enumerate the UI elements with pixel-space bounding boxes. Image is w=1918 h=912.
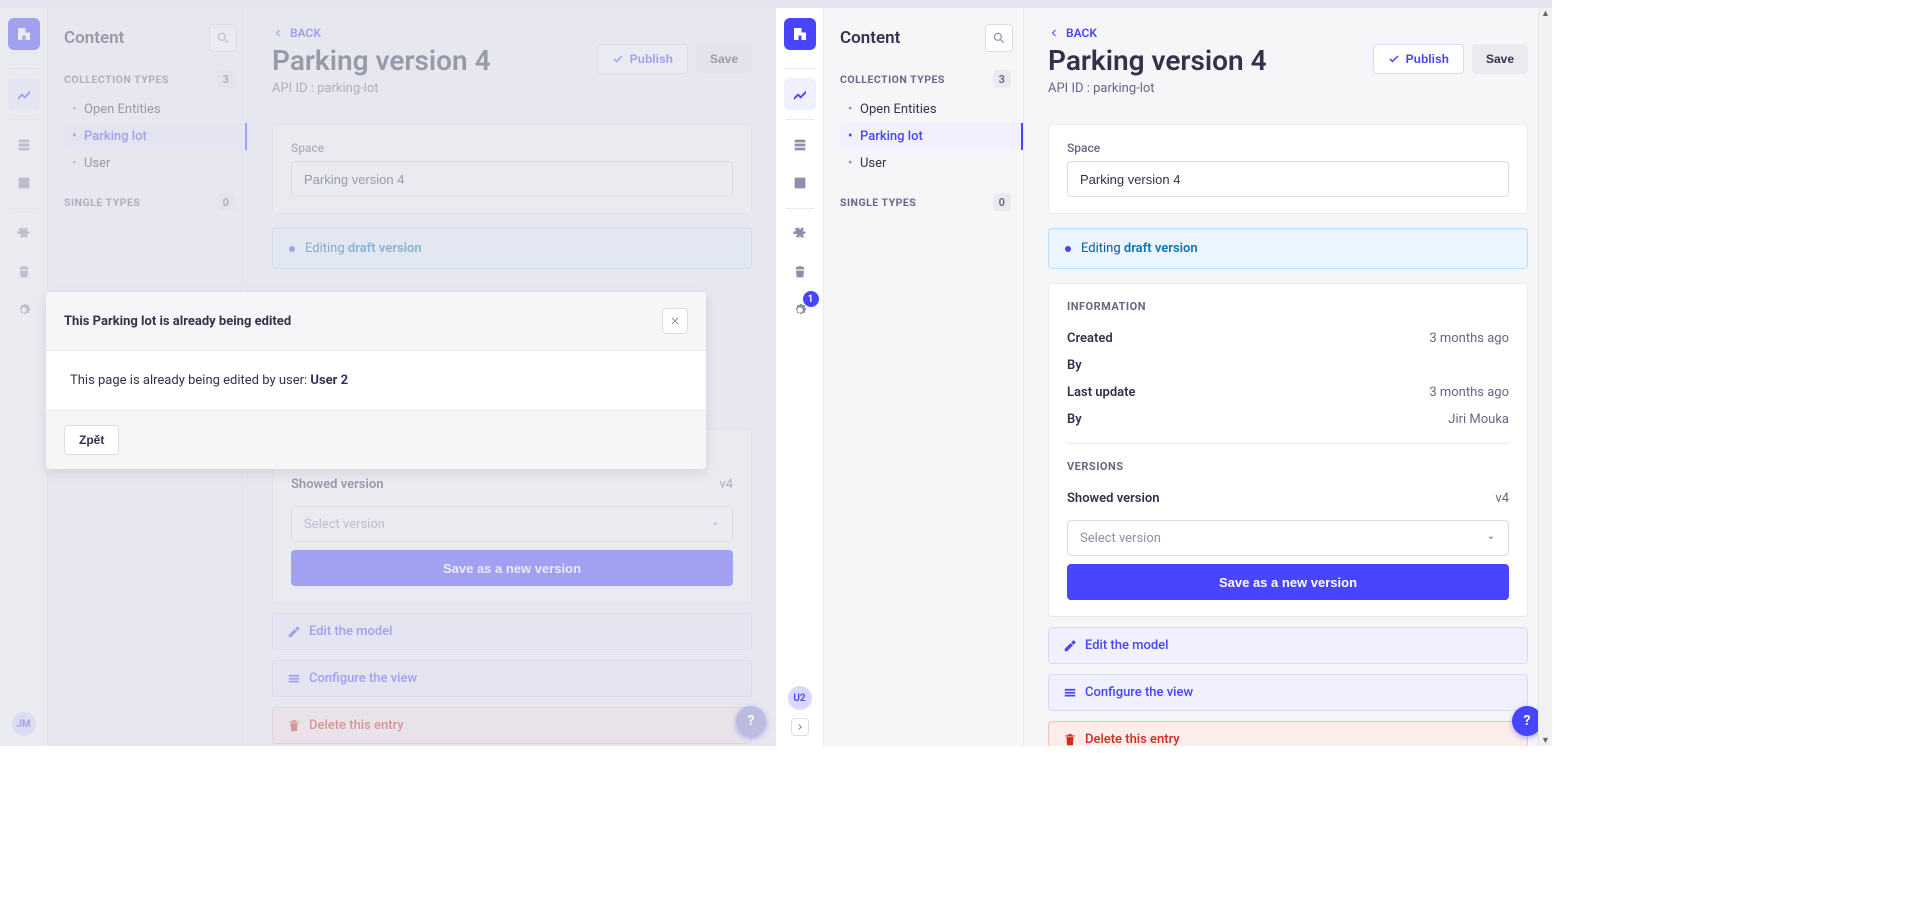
close-icon	[669, 315, 681, 327]
created-label: Created	[1067, 331, 1113, 346]
form-card: Space	[1048, 124, 1528, 214]
updated-by-value: Jiri Mouka	[1448, 412, 1509, 427]
edit-model-link[interactable]: Edit the model	[1048, 627, 1528, 664]
search-button[interactable]	[985, 24, 1013, 52]
sidebar-item-user[interactable]: User	[840, 150, 1013, 177]
user-avatar[interactable]: U2	[788, 686, 812, 710]
back-link[interactable]: BACK	[1048, 26, 1528, 40]
arrow-left-icon	[1048, 27, 1060, 39]
settings-badge: 1	[803, 291, 819, 307]
plugins-icon[interactable]	[784, 218, 816, 250]
information-card: Information Created 3 months ago By Last…	[1048, 283, 1528, 617]
collection-types-count: 3	[993, 70, 1011, 88]
content-sidebar: Content Collection Types 3 Open Entities…	[824, 8, 1024, 746]
window-scrollbar[interactable]: ▲ ▼	[1538, 8, 1552, 746]
editing-banner: Editing draft version	[1048, 228, 1528, 269]
updated-label: Last update	[1067, 385, 1136, 400]
scroll-down-icon[interactable]: ▼	[1541, 735, 1550, 746]
updated-value: 3 months ago	[1429, 385, 1509, 400]
sidebar-item-open-entities[interactable]: Open Entities	[840, 96, 1013, 123]
page-title: Parking version 4	[1048, 44, 1267, 77]
publish-button[interactable]: Publish	[1373, 44, 1464, 74]
updated-by-label: By	[1067, 412, 1082, 427]
showed-version-value: v4	[1495, 491, 1509, 506]
editing-conflict-modal: This Parking lot is already being edited…	[46, 292, 706, 469]
media-icon[interactable]	[784, 167, 816, 199]
chevron-right-icon	[795, 722, 805, 732]
marketplace-icon[interactable]	[784, 256, 816, 288]
right-main-content: BACK Parking version 4 Publish Save API …	[1024, 8, 1552, 746]
save-new-version-button[interactable]: Save as a new version	[1067, 564, 1509, 600]
delete-entry-link[interactable]: Delete this entry	[1048, 721, 1528, 746]
search-icon	[992, 31, 1006, 45]
single-types-label: Single Types	[840, 196, 916, 209]
sidebar-item-parking-lot[interactable]: Parking lot	[840, 123, 1023, 150]
modal-title: This Parking lot is already being edited	[64, 314, 291, 329]
save-button[interactable]: Save	[1472, 44, 1528, 74]
chevron-down-icon	[1486, 533, 1496, 543]
help-button[interactable]: ?	[736, 706, 766, 736]
space-label: Space	[1067, 141, 1509, 155]
layout-icon	[1063, 686, 1077, 700]
single-types-count: 0	[993, 193, 1011, 211]
collection-types-label: Collection Types	[840, 73, 945, 86]
versions-section-label: Versions	[1067, 460, 1509, 473]
logo[interactable]	[784, 18, 816, 50]
trash-icon	[1063, 733, 1077, 747]
pencil-icon	[1063, 639, 1077, 653]
version-select[interactable]: Select version	[1067, 520, 1509, 556]
content-icon[interactable]	[784, 78, 816, 110]
check-icon	[1388, 53, 1400, 65]
modal-body: This page is already being edited by use…	[46, 351, 706, 410]
showed-version-label: Showed version	[1067, 491, 1159, 506]
scroll-up-icon[interactable]: ▲	[1541, 8, 1550, 19]
api-id: API ID : parking-lot	[1048, 81, 1528, 96]
modal-close-button[interactable]	[662, 308, 688, 334]
status-dot-icon	[1065, 246, 1071, 252]
configure-view-link[interactable]: Configure the view	[1048, 674, 1528, 711]
builder-icon[interactable]	[784, 129, 816, 161]
expand-nav-button[interactable]	[791, 718, 809, 736]
created-by-label: By	[1067, 358, 1082, 373]
space-input[interactable]	[1067, 161, 1509, 197]
right-nav-rail: 1 U2	[776, 8, 824, 746]
settings-icon[interactable]: 1	[784, 294, 816, 326]
created-value: 3 months ago	[1429, 331, 1509, 346]
sidebar-title: Content	[840, 28, 900, 48]
modal-back-button[interactable]: Zpět	[64, 425, 119, 455]
information-section-label: Information	[1067, 300, 1509, 313]
